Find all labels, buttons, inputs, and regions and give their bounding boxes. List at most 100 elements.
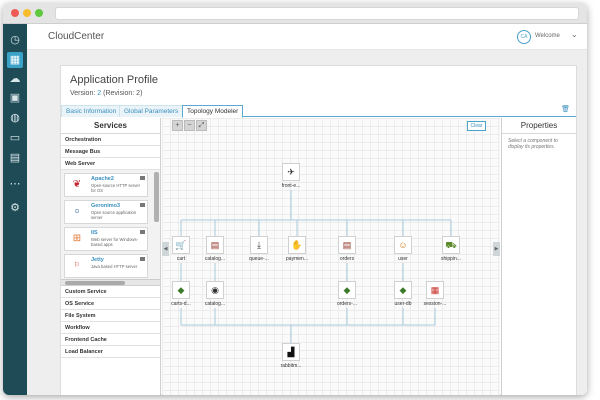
- collapse-right-handle[interactable]: ▶: [493, 242, 500, 256]
- welcome-menu[interactable]: Welcome: [535, 33, 560, 39]
- service-desc: Java based HTTP server: [91, 264, 138, 269]
- zoom-out-button[interactable]: −: [184, 120, 195, 131]
- properties-panel: Properties Select a component to display…: [501, 118, 576, 395]
- topology-node-cartsdb[interactable]: ◆: [172, 281, 190, 299]
- topology-node-catalog[interactable]: ▤: [206, 236, 224, 254]
- service-desc: Web server for Windows-based apps: [91, 237, 138, 247]
- zoom-in-button[interactable]: +: [172, 120, 183, 131]
- topology-node-label: catalog...: [204, 301, 226, 307]
- geronimo-logo-icon: ⊙: [74, 209, 80, 215]
- topology-node-ordersdb[interactable]: ◆: [338, 281, 356, 299]
- topology-node-userdb[interactable]: ◆: [394, 281, 412, 299]
- browser-titlebar: [3, 3, 587, 24]
- category-os-service[interactable]: OS Service: [61, 298, 160, 310]
- topology-node-label: paymen...: [286, 256, 308, 262]
- category-message-bus[interactable]: Message Bus: [61, 146, 160, 158]
- fit-to-screen-button[interactable]: ⤢: [196, 120, 207, 131]
- brand-title: CloudCenter: [48, 31, 105, 42]
- chevron-down-icon[interactable]: ⌄: [571, 30, 578, 39]
- apache-feather-icon: ❦: [72, 179, 82, 190]
- application-profile-panel: Application Profile Version: 2 (Revision…: [60, 65, 577, 395]
- minimize-window-button[interactable]: [23, 9, 31, 17]
- service-desc: Open source application server: [91, 210, 137, 220]
- settings-gear-icon[interactable]: ⚙: [7, 200, 23, 216]
- category-web-server[interactable]: Web Server: [61, 158, 160, 170]
- category-workflow[interactable]: Workflow: [61, 322, 160, 334]
- topology-node-shipping[interactable]: ⛟: [442, 236, 460, 254]
- topology-node-label: carts-d...: [171, 301, 191, 307]
- category-file-system[interactable]: File System: [61, 310, 160, 322]
- service-geronimo3[interactable]: ⊙ Geronimo3 Open source application serv…: [64, 200, 148, 224]
- jetty-logo-icon: ⚐: [73, 262, 81, 269]
- environments-globe-icon[interactable]: ◍: [7, 110, 23, 126]
- info-icon[interactable]: [140, 257, 145, 261]
- service-name: IIS: [91, 230, 98, 236]
- left-nav-rail: ◷ ▦ ☁ ▣ ◍ ▭ ▤ ⋯ ⚙: [3, 24, 27, 395]
- services-palette: Services Orchestration Message Bus Web S…: [61, 118, 161, 395]
- topology-node-user[interactable]: ☺: [394, 236, 412, 254]
- version-label: Version:: [70, 90, 96, 97]
- topology-node-label: rabbitm...: [280, 363, 302, 369]
- category-load-balancer[interactable]: Load Balancer: [61, 346, 160, 358]
- topology-node-label: shippin...: [440, 256, 461, 262]
- topology-node-label: user: [398, 256, 408, 262]
- topology-node-label: orders: [339, 256, 355, 262]
- topology-node-label: catalog...: [204, 256, 226, 262]
- folder-icon[interactable]: ▭: [7, 130, 23, 146]
- category-orchestration[interactable]: Orchestration: [61, 134, 160, 146]
- topology-node-sessiondb[interactable]: ▦: [426, 281, 444, 299]
- close-window-button[interactable]: [11, 9, 19, 17]
- app-header: CloudCenter CA Welcome ⌄: [27, 24, 587, 50]
- collapse-left-handle[interactable]: ◀: [162, 242, 169, 256]
- topology-node-label: session-...: [423, 301, 447, 307]
- dashboard-icon[interactable]: ◷: [7, 32, 23, 48]
- maximize-window-button[interactable]: [35, 9, 43, 17]
- apps-grid-icon[interactable]: ▦: [7, 52, 23, 68]
- tab-basic-information[interactable]: Basic Information: [61, 105, 122, 117]
- revision-text: (Revision: 2): [103, 90, 143, 97]
- service-name: Apache2: [91, 176, 114, 182]
- web-server-service-list: ❦ Apache2 Open-source HTTP server for OS…: [61, 170, 160, 280]
- topology-canvas[interactable]: + − ⤢ Clear ◀ ▶ ✈ front-e... 🛒 cart ▤ catalog…: [162, 118, 500, 395]
- service-iis[interactable]: ⊞ IIS Web server for Windows-based apps: [64, 227, 148, 251]
- properties-hint: Select a component to display its proper…: [508, 138, 558, 150]
- topology-node-label: front-e...: [281, 183, 301, 189]
- tab-global-parameters[interactable]: Global Parameters: [119, 105, 184, 117]
- tab-topology-modeler[interactable]: Topology Modeler: [182, 105, 244, 118]
- topology-node-rabbit[interactable]: ▟: [282, 343, 300, 361]
- topology-node-label: user-db: [394, 301, 412, 307]
- service-apache2[interactable]: ❦ Apache2 Open-source HTTP server for OS: [64, 173, 148, 197]
- user-avatar[interactable]: CA: [517, 30, 531, 44]
- address-bar[interactable]: [55, 7, 579, 20]
- more-icon[interactable]: ⋯: [7, 176, 23, 192]
- service-jetty[interactable]: ⚐ Jetty Java based HTTP server: [64, 254, 148, 278]
- info-icon[interactable]: [140, 203, 145, 207]
- jobs-briefcase-icon[interactable]: ▣: [7, 90, 23, 106]
- topology-node-orders[interactable]: ▤: [338, 236, 356, 254]
- trash-icon[interactable]: 🗑: [561, 105, 570, 113]
- windows-logo-icon: ⊞: [72, 233, 82, 244]
- reports-icon[interactable]: ▤: [7, 150, 23, 166]
- profile-tabs: Basic Information Global Parameters Topo…: [61, 104, 576, 118]
- category-custom-service[interactable]: Custom Service: [61, 286, 160, 298]
- page-title: Application Profile: [70, 74, 159, 86]
- info-icon[interactable]: [140, 176, 145, 180]
- topology-node-front[interactable]: ✈: [282, 163, 300, 181]
- topology-node-queue[interactable]: ⤓: [250, 236, 268, 254]
- service-list-scrollbar[interactable]: [154, 172, 159, 222]
- service-name: Jetty: [91, 257, 104, 263]
- topology-node-payment[interactable]: ✋: [288, 236, 306, 254]
- category-frontend-cache[interactable]: Frontend Cache: [61, 334, 160, 346]
- scrollbar-thumb[interactable]: [65, 281, 125, 285]
- topology-node-label: queue-...: [249, 256, 269, 262]
- version-link[interactable]: 2: [97, 90, 101, 97]
- topology-node-label: cart: [176, 256, 186, 262]
- services-title: Services: [61, 118, 160, 134]
- horizontal-scrollbar[interactable]: [61, 280, 160, 286]
- properties-title: Properties: [502, 118, 576, 134]
- topology-node-catalogdb[interactable]: ◉: [206, 281, 224, 299]
- deploy-cloud-icon[interactable]: ☁: [7, 71, 23, 87]
- topology-node-cart[interactable]: 🛒: [172, 236, 190, 254]
- info-icon[interactable]: [140, 230, 145, 234]
- clear-button[interactable]: Clear: [467, 121, 486, 131]
